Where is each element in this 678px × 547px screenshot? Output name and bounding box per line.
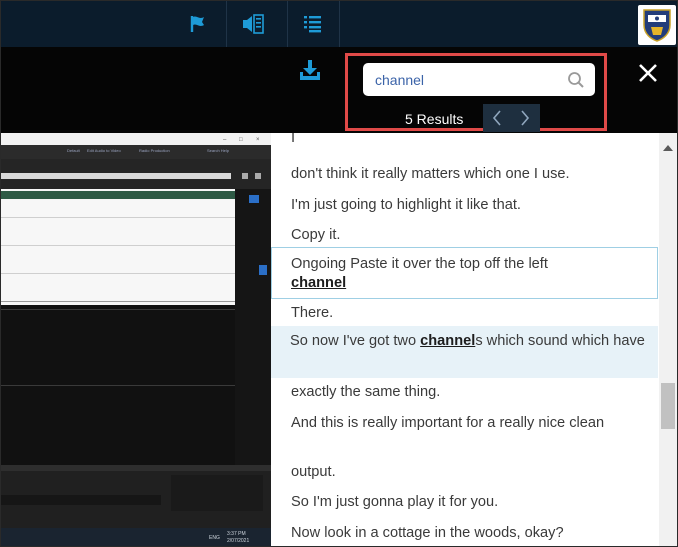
transcript-panel: I don't think it really matters which on… [271, 133, 659, 546]
player-window: 5 Results – □ × Default Edit Audio to Vide… [0, 0, 678, 547]
transcript-line-current[interactable]: So now I've got two channels which sound… [271, 326, 658, 378]
search-highlight-box: 5 Results [345, 53, 607, 132]
next-result-button[interactable] [511, 104, 539, 132]
recorded-taskbar-time: 3:37 PM [227, 531, 246, 537]
recorded-timeline-ruler [1, 191, 235, 199]
svg-text:□: □ [239, 137, 243, 143]
transcript-scrollbar[interactable] [659, 133, 677, 546]
transcript-line[interactable]: I'm just going to highlight it like that… [291, 196, 651, 215]
transcript-line[interactable]: output. [291, 463, 651, 482]
transcript-line-text: So now I've got two channels which sound… [290, 332, 645, 351]
search-field [363, 63, 595, 96]
recorded-menubar: Default Edit Audio to Video Radio Produc… [1, 145, 271, 159]
recorded-menu-search: Search Help [207, 148, 230, 153]
search-icon[interactable] [567, 71, 585, 89]
transcript-list-icon[interactable] [300, 12, 326, 36]
search-match: channel [420, 333, 476, 349]
result-navigation [483, 104, 540, 132]
recorded-taskbar: ENG 3:37 PM 2/07/2021 [1, 528, 271, 546]
video-player[interactable]: – □ × Default Edit Audio to Video Radio Pr… [1, 133, 271, 546]
flag-icon[interactable] [185, 12, 211, 36]
university-crest-logo [638, 5, 676, 45]
transcript-line[interactable]: Copy it. [291, 226, 651, 245]
search-match: channel [291, 275, 347, 291]
previous-result-button[interactable] [483, 104, 511, 132]
transcript-line[interactable]: So I'm just gonna play it for you. [291, 493, 651, 512]
close-search-button[interactable] [636, 61, 660, 85]
recorded-db-meter [235, 189, 271, 489]
close-icon [639, 64, 657, 82]
recorded-waveform-top [1, 189, 235, 305]
svg-text:×: × [256, 137, 260, 143]
transcript-line[interactable]: There. [291, 304, 651, 323]
recorded-menu-radio: Radio Production [139, 148, 170, 153]
audio-description-icon[interactable] [240, 12, 266, 36]
transcript-line[interactable]: exactly the same thing. [291, 383, 651, 402]
results-count: 5 Results [405, 111, 464, 127]
chevron-right-icon [521, 110, 530, 126]
recorded-menu-edit-audio: Edit Audio to Video [87, 148, 121, 153]
transcript-line-text: Ongoing Paste it over the top off the le… [291, 255, 646, 293]
top-toolbar [1, 1, 677, 47]
recorded-waveform-bottom [1, 305, 235, 465]
scrollbar-thumb[interactable] [661, 383, 675, 429]
recorded-taskbar-date: 2/07/2021 [227, 538, 250, 544]
search-input[interactable] [363, 63, 563, 96]
transcript-line[interactable]: And this is really important for a reall… [291, 414, 641, 433]
recorded-menu-default: Default [67, 148, 80, 153]
chevron-left-icon [492, 110, 501, 126]
transcript-line-active[interactable]: Ongoing Paste it over the top off the le… [271, 247, 658, 299]
recorded-taskbar-language: ENG [209, 535, 220, 541]
download-icon[interactable] [298, 58, 322, 82]
recorded-toolbar [1, 159, 271, 189]
transcript-line[interactable]: don't think it really matters which one … [291, 165, 651, 184]
svg-text:–: – [223, 137, 227, 143]
search-band: 5 Results [1, 47, 677, 133]
recorded-window-titlebar: – □ × [1, 133, 271, 145]
transcript-line[interactable]: I [291, 133, 651, 148]
scroll-up-arrow-icon[interactable] [663, 145, 673, 151]
transcript-text: So now I've got two [290, 333, 421, 349]
transcript-text: s which sound which have [475, 333, 645, 349]
transcript-text: Ongoing Paste it over the top off the le… [291, 256, 548, 272]
transcript-line[interactable]: Now look in a cottage in the woods, okay… [291, 524, 651, 543]
